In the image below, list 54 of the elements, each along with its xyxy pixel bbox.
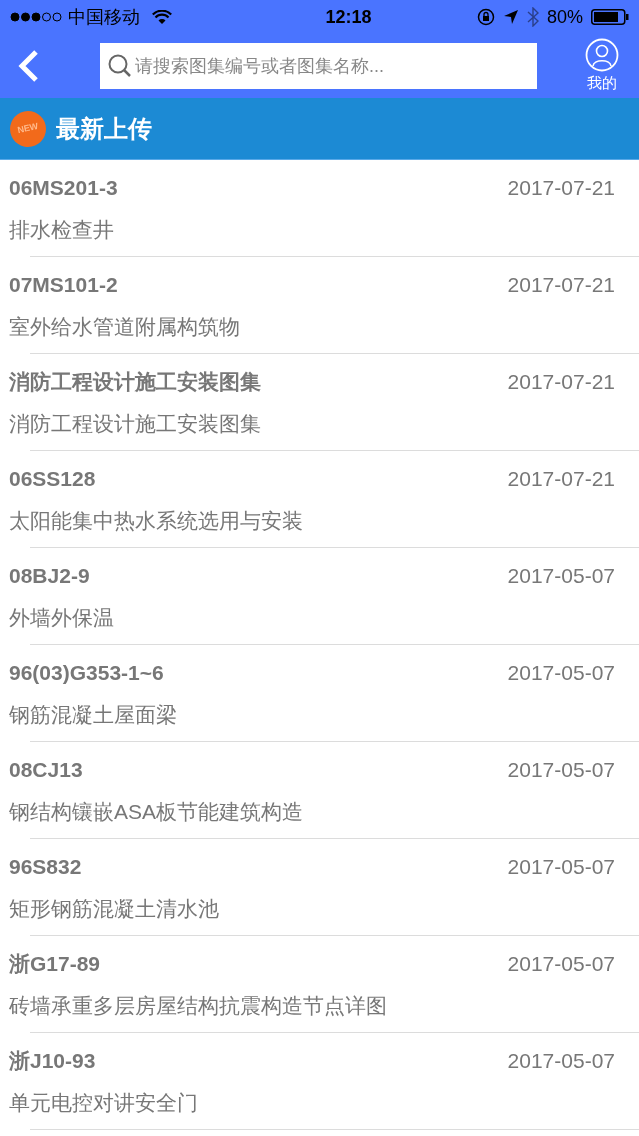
list-item[interactable]: 96S832 2017-05-07 矩形钢筋混凝土清水池 — [0, 839, 639, 936]
item-date: 2017-05-07 — [507, 660, 615, 686]
item-code: 08CJ13 — [9, 757, 83, 783]
bluetooth-icon — [526, 7, 539, 27]
profile-button[interactable]: 我的 — [585, 37, 619, 95]
search-field[interactable]: 请搜索图集编号或者图集名称... — [100, 43, 537, 89]
list-item[interactable]: 浙J10-93 2017-05-07 单元电控对讲安全门 — [0, 1033, 639, 1130]
status-time: 12:18 — [324, 5, 373, 29]
section-title: 最新上传 — [56, 113, 152, 144]
item-date: 2017-07-21 — [507, 466, 615, 492]
item-date: 2017-05-07 — [507, 563, 615, 589]
item-code: 消防工程设计施工安装图集 — [9, 369, 261, 395]
item-name: 消防工程设计施工安装图集 — [9, 410, 262, 437]
item-name: 排水检查井 — [9, 216, 115, 243]
item-code: 96S832 — [9, 854, 82, 880]
battery-percent: 80% — [546, 5, 583, 29]
item-name: 矩形钢筋混凝土清水池 — [9, 895, 220, 922]
item-code: 06MS201-3 — [9, 175, 118, 201]
item-name: 单元电控对讲安全门 — [9, 1089, 199, 1116]
list-item[interactable]: 08BJ2-9 2017-05-07 外墙外保温 — [0, 548, 639, 645]
item-code: 08BJ2-9 — [9, 563, 90, 589]
user-icon — [585, 37, 619, 72]
battery-icon — [591, 9, 629, 25]
item-date: 2017-05-07 — [507, 951, 615, 977]
item-name: 砖墙承重多层房屋结构抗震构造节点详图 — [9, 992, 388, 1019]
list-item[interactable]: 07MS101-2 2017-07-21 室外给水管道附属构筑物 — [0, 257, 639, 354]
item-name: 钢筋混凝土屋面梁 — [9, 701, 178, 728]
item-name: 钢结构镶嵌ASA板节能建筑构造 — [9, 798, 305, 825]
list-item[interactable]: 浙G17-89 2017-05-07 砖墙承重多层房屋结构抗震构造节点详图 — [0, 936, 639, 1033]
wifi-icon — [152, 9, 172, 25]
item-date: 2017-07-21 — [507, 369, 615, 395]
item-name: 太阳能集中热水系统选用与安装 — [9, 507, 304, 534]
search-icon — [108, 54, 132, 78]
item-name: 外墙外保温 — [9, 604, 115, 631]
signal-icon — [10, 12, 62, 22]
item-code: 07MS101-2 — [9, 272, 118, 298]
item-date: 2017-05-07 — [507, 757, 615, 783]
item-name: 室外给水管道附属构筑物 — [9, 313, 241, 340]
list-item[interactable]: 08CJ13 2017-05-07 钢结构镶嵌ASA板节能建筑构造 — [0, 742, 639, 839]
location-icon — [502, 9, 519, 25]
item-date: 2017-07-21 — [507, 272, 615, 298]
carrier-name: 中国移动 — [68, 5, 140, 29]
list-item[interactable]: 06SS128 2017-07-21 太阳能集中热水系统选用与安装 — [0, 451, 639, 548]
list-item[interactable]: 消防工程设计施工安装图集 2017-07-21 消防工程设计施工安装图集 — [0, 354, 639, 451]
item-code: 06SS128 — [9, 466, 96, 492]
item-date: 2017-05-07 — [507, 854, 615, 880]
item-code: 浙J10-93 — [9, 1048, 96, 1074]
rotation-lock-icon — [476, 8, 495, 26]
item-date: 2017-05-07 — [507, 1048, 615, 1074]
item-date: 2017-07-21 — [507, 175, 615, 201]
list-item[interactable]: 96(03)G353-1~6 2017-05-07 钢筋混凝土屋面梁 — [0, 645, 639, 742]
item-code: 浙G17-89 — [9, 951, 101, 977]
item-code: 96(03)G353-1~6 — [9, 660, 164, 686]
list-item[interactable]: 06MS201-3 2017-07-21 排水检查井 — [0, 160, 639, 257]
